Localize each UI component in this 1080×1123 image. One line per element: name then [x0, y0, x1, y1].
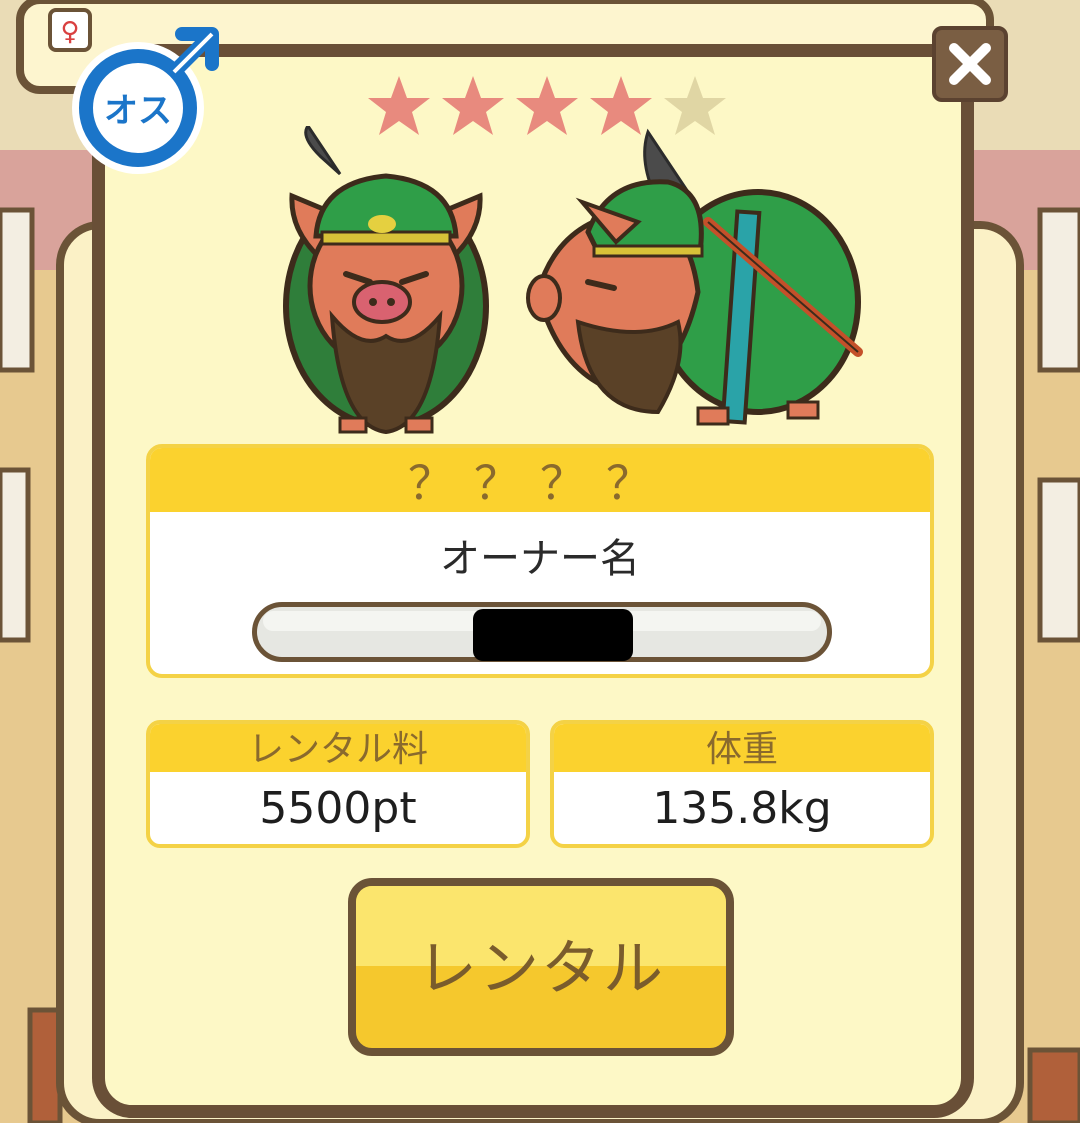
weight-label: 体重 — [554, 724, 930, 772]
owner-name-label: オーナー名 — [440, 536, 640, 582]
close-button[interactable] — [932, 26, 1008, 102]
pig-name: ？？？？ — [150, 448, 930, 512]
weight-value: 135.8kg — [652, 783, 832, 834]
rental-fee-value: 5500pt — [259, 783, 417, 834]
rental-fee-label: レンタル料 — [150, 724, 526, 772]
close-icon — [949, 43, 991, 85]
male-symbol-icon: オス — [72, 27, 219, 174]
pig-info-panel: ？？？？ オーナー名 — [146, 444, 934, 678]
pig-side-image — [526, 128, 863, 426]
weight-box: 体重 135.8kg — [550, 720, 934, 848]
rent-button[interactable]: レンタル — [348, 878, 734, 1056]
owner-name-redacted — [473, 609, 633, 661]
owner-name-field — [252, 602, 832, 662]
rental-fee-box: レンタル料 5500pt — [146, 720, 530, 848]
gender-label: オス — [104, 91, 172, 131]
pig-front-image — [283, 126, 489, 435]
rent-button-label: レンタル — [417, 934, 665, 1004]
